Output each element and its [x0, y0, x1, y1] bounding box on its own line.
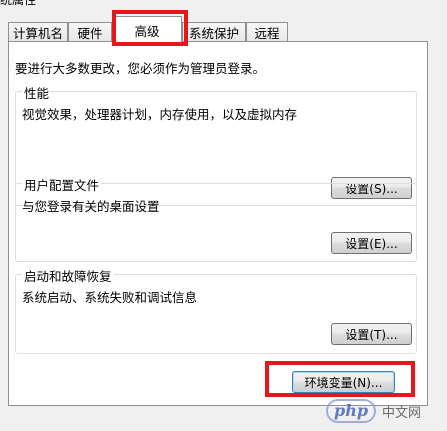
- tab-computer-name[interactable]: 计算机名: [8, 22, 68, 42]
- user-profiles-settings-button[interactable]: 设置(E)...: [331, 232, 412, 254]
- window-title-fragment: 统属性: [0, 0, 447, 8]
- user-profiles-description: 与您登录有关的桌面设置: [22, 199, 160, 214]
- performance-group-title: 性能: [22, 83, 52, 102]
- environment-variables-button[interactable]: 环境变量(N)...: [292, 371, 395, 393]
- performance-description: 视觉效果，处理器计划，内存使用，以及虚拟内存: [22, 107, 298, 122]
- tab-advanced[interactable]: 高级: [112, 16, 182, 43]
- startup-recovery-group: 启动和故障恢复 系统启动、系统失败和调试信息 设置(T)...: [15, 266, 417, 354]
- window-title-text: 统属性: [0, 0, 37, 7]
- tab-hardware[interactable]: 硬件: [68, 22, 112, 42]
- admin-notice: 要进行大多数更改，您必须作为管理员登录。: [15, 61, 266, 76]
- user-profiles-group: 用户配置文件 与您登录有关的桌面设置 设置(E)...: [15, 175, 417, 262]
- startup-recovery-description: 系统启动、系统失败和调试信息: [22, 290, 198, 305]
- tab-system-protection[interactable]: 系统保护: [182, 22, 246, 42]
- advanced-tab-panel: 要进行大多数更改，您必须作为管理员登录。 性能 视觉效果，处理器计划，内存使用，…: [8, 41, 428, 406]
- startup-recovery-settings-button[interactable]: 设置(T)...: [331, 323, 412, 345]
- user-profiles-group-title: 用户配置文件: [22, 175, 102, 194]
- tab-remote[interactable]: 远程: [246, 22, 288, 42]
- startup-recovery-group-title: 启动和故障恢复: [22, 266, 114, 285]
